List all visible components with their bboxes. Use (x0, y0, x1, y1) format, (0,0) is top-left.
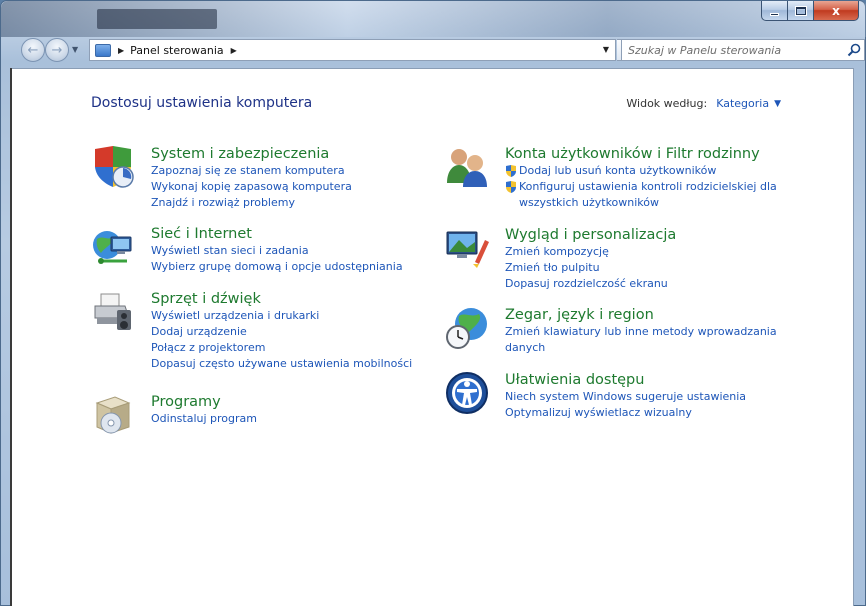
link-backup[interactable]: Wykonaj kopię zapasową komputera (151, 179, 352, 195)
navigation-bar: ← → ▼ ▶ Panel sterowania ▶ ▼ ↹ (17, 37, 865, 63)
link-connect-projector[interactable]: Połącz z projektorem (151, 340, 412, 356)
breadcrumb-separator-icon[interactable]: ▶ (231, 46, 237, 55)
category-body: Konta użytkowników i Filtr rodzinny Doda… (505, 145, 777, 211)
category-body: Sieć i Internet Wyświetl stan sieci i za… (151, 225, 403, 275)
link-devices-printers[interactable]: Wyświetl urządzenia i drukarki (151, 308, 412, 324)
category-title[interactable]: Zegar, język i region (505, 306, 777, 324)
category-title[interactable]: Ułatwienia dostępu (505, 371, 746, 389)
search-input[interactable] (622, 43, 844, 57)
back-button[interactable]: ← (21, 38, 45, 62)
link-homegroup[interactable]: Wybierz grupę domową i opcje udostępnian… (151, 259, 403, 275)
category-body: System i zabezpieczenia Zapoznaj się ze … (151, 145, 352, 211)
category-title[interactable]: Programy (151, 393, 257, 411)
close-button[interactable]: x (814, 1, 859, 21)
search-box[interactable] (621, 39, 865, 61)
category-body: Ułatwienia dostępu Niech system Windows … (505, 371, 746, 421)
clock-globe-icon (446, 308, 487, 349)
link-text[interactable]: Dodaj lub usuń konta użytkowników (519, 163, 716, 179)
link-add-remove-accounts[interactable]: Dodaj lub usuń konta użytkowników (505, 163, 777, 179)
breadcrumb-control-panel[interactable]: Panel sterowania (130, 44, 224, 57)
link-troubleshoot[interactable]: Znajdź i rozwiąż problemy (151, 195, 352, 211)
view-by-dropdown[interactable]: Kategoria (716, 97, 769, 110)
network-globe-icon (93, 231, 132, 264)
category-body: Wygląd i personalizacja Zmień kompozycję… (505, 226, 676, 292)
programs-box-icon (95, 396, 131, 434)
link-network-status[interactable]: Wyświetl stan sieci i zadania (151, 243, 403, 259)
category-title[interactable]: Sieć i Internet (151, 225, 403, 243)
close-icon: x (832, 3, 840, 18)
category-title[interactable]: Sprzęt i dźwięk (151, 290, 412, 308)
category-title[interactable]: Wygląd i personalizacja (505, 226, 676, 244)
back-arrow-icon: ← (27, 42, 39, 58)
ease-of-access-icon (446, 372, 488, 414)
search-icon[interactable] (844, 40, 864, 60)
minimize-icon (770, 12, 779, 16)
address-dropdown-icon[interactable]: ▼ (603, 45, 609, 54)
link-parental-controls[interactable]: Konfiguruj ustawienia kontroli rodziciel… (505, 179, 777, 195)
link-add-device[interactable]: Dodaj urządzenie (151, 324, 412, 340)
forward-button[interactable]: → (45, 38, 69, 62)
forward-arrow-icon: → (51, 42, 63, 58)
link-change-theme[interactable]: Zmień kompozycję (505, 244, 676, 260)
appearance-monitor-icon (446, 231, 489, 268)
category-title[interactable]: Konta użytkowników i Filtr rodzinny (505, 145, 777, 163)
chevron-down-icon[interactable]: ▼ (774, 99, 781, 109)
category-title[interactable]: System i zabezpieczenia (151, 145, 352, 163)
background-window-ghost (97, 9, 217, 29)
category-body: Programy Odinstaluj program (151, 393, 257, 427)
link-change-keyboards[interactable]: Zmień klawiatury lub inne metody wprowad… (505, 324, 777, 340)
link-uninstall-program[interactable]: Odinstaluj program (151, 411, 257, 427)
maximize-button[interactable] (788, 1, 814, 21)
printer-icon (94, 293, 131, 330)
address-bar[interactable]: ▶ Panel sterowania ▶ ▼ (89, 39, 616, 61)
uac-shield-icon (506, 164, 516, 177)
link-change-keyboards-continued[interactable]: danych (505, 340, 777, 356)
view-by-label: Widok według: (626, 97, 708, 110)
page-title: Dostosuj ustawienia komputera (91, 95, 313, 111)
recent-pages-dropdown[interactable]: ▼ (72, 45, 78, 54)
link-change-wallpaper[interactable]: Zmień tło pulpitu (505, 260, 676, 276)
control-panel-content: Dostosuj ustawienia komputera Widok wedł… (10, 68, 854, 606)
link-windows-suggest-settings[interactable]: Niech system Windows sugeruje ustawienia (505, 389, 746, 405)
uac-shield-icon (506, 180, 516, 193)
view-by: Widok według: Kategoria ▼ (626, 97, 781, 110)
maximize-icon (795, 6, 806, 15)
caption-buttons: x (761, 1, 859, 21)
link-review-status[interactable]: Zapoznaj się ze stanem komputera (151, 163, 352, 179)
link-text[interactable]: Konfiguruj ustawienia kontroli rodziciel… (519, 179, 777, 195)
minimize-button[interactable] (761, 1, 788, 21)
window-left-edge (10, 68, 12, 606)
breadcrumb-separator-icon[interactable]: ▶ (118, 46, 124, 55)
link-parental-controls-continued[interactable]: wszystkich użytkowników (505, 195, 777, 211)
link-mobility-settings[interactable]: Dopasuj często używane ustawienia mobiln… (151, 356, 412, 372)
control-panel-icon (95, 43, 111, 57)
users-icon (447, 149, 487, 187)
category-body: Sprzęt i dźwięk Wyświetl urządzenia i dr… (151, 290, 412, 372)
link-screen-resolution[interactable]: Dopasuj rozdzielczość ekranu (505, 276, 676, 292)
link-optimize-display[interactable]: Optymalizuj wyświetlacz wizualny (505, 405, 746, 421)
security-shield-icon (95, 146, 134, 188)
category-body: Zegar, język i region Zmień klawiatury l… (505, 306, 777, 356)
